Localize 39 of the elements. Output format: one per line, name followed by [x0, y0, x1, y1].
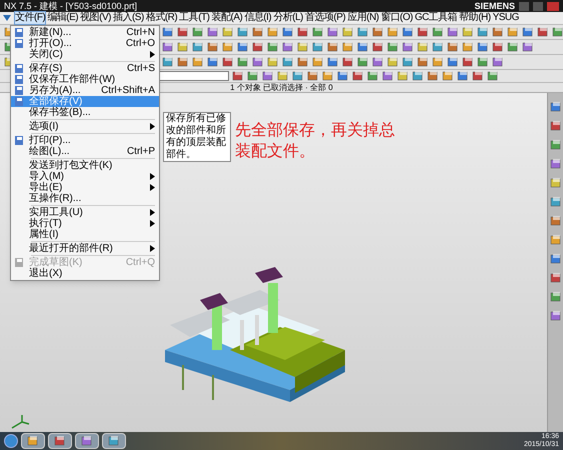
menu-item[interactable]: 属性(I): [11, 229, 159, 240]
menu-tab[interactable]: GC工具箱: [414, 11, 458, 25]
menu-tab[interactable]: 格式(R): [144, 11, 178, 25]
menu-item[interactable]: 保存(S) Ctrl+S: [11, 63, 159, 74]
brand-label: SIEMENS: [474, 0, 515, 12]
tooltip: 保存所有已修改的部件和所有的顶层装配部件。: [163, 112, 231, 162]
menu-tab[interactable]: 装配(A): [210, 11, 244, 25]
menu-item[interactable]: 打开(O)... Ctrl+O: [11, 38, 159, 49]
menu-item[interactable]: 关闭(C): [11, 49, 159, 60]
menu-tab[interactable]: 分析(L): [272, 11, 304, 25]
menu-item[interactable]: 导出(E): [11, 182, 159, 193]
menu-item[interactable]: 最近打开的部件(R): [11, 243, 159, 254]
menu-item[interactable]: 发送到打包文件(K): [11, 160, 159, 171]
menu-tab[interactable]: 信息(I): [243, 11, 272, 25]
menu-item[interactable]: 互操作(R)...: [11, 193, 159, 204]
menu-tab[interactable]: 文件(F): [14, 11, 46, 25]
menu-item[interactable]: 绘图(L)... Ctrl+P: [11, 146, 159, 157]
menu-item[interactable]: 导入(M): [11, 171, 159, 182]
menu-tab[interactable]: 工具(T): [178, 11, 210, 25]
menu-tab[interactable]: 编辑(E): [46, 11, 80, 25]
menu-tab[interactable]: 窗口(O): [380, 11, 414, 25]
menu-tab[interactable]: 应用(N): [346, 11, 380, 25]
menu-tab[interactable]: 插入(S): [112, 11, 145, 25]
menu-item[interactable]: 实用工具(U): [11, 207, 159, 218]
menu-item[interactable]: 另存为(A)... Ctrl+Shift+A: [11, 85, 159, 96]
menu-item[interactable]: 仅保存工作部件(W): [11, 74, 159, 85]
menu-tab[interactable]: 首选项(P): [304, 11, 346, 25]
menu-item[interactable]: 保存书签(B)...: [11, 107, 159, 118]
menu-item[interactable]: 选项(I): [11, 121, 159, 132]
menu-item[interactable]: 退出(X): [11, 268, 159, 279]
window-title: NX 7.5 - 建模 - [Y503-sd0100.prt]: [4, 0, 138, 12]
menu-tab[interactable]: 视图(V): [79, 11, 112, 25]
menu-tab[interactable]: 帮助(H): [458, 11, 492, 25]
annotation-text: 先全部保存，再关掉总装配文件。: [235, 120, 396, 162]
menu-item[interactable]: 打印(P)...: [11, 135, 159, 146]
menu-tab[interactable]: YSUG: [492, 11, 520, 25]
menu-item[interactable]: 执行(T): [11, 218, 159, 229]
status-text: 1 个对象 已取消选择 · 全部 0: [230, 82, 333, 92]
menu-item[interactable]: 新建(N)... Ctrl+N: [11, 27, 159, 38]
